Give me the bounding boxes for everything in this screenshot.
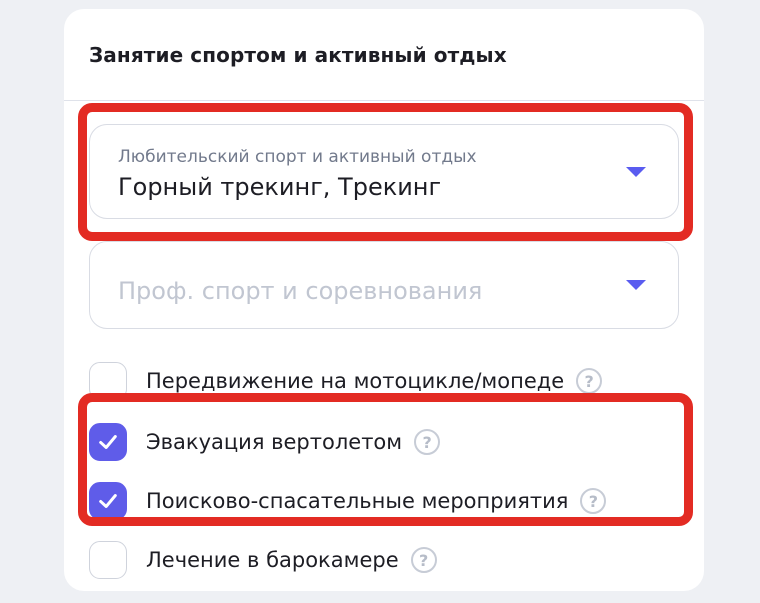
- section-title: Занятие спортом и активный отдых: [89, 43, 507, 67]
- option-motorcycle[interactable]: Передвижение на мотоцикле/мопеде ?: [89, 361, 603, 401]
- option-search-rescue[interactable]: Поисково-спасательные мероприятия ?: [89, 481, 607, 521]
- option-barochamber[interactable]: Лечение в барокамере ?: [89, 540, 437, 580]
- check-icon: [99, 494, 117, 508]
- checkbox[interactable]: [89, 423, 127, 461]
- pro-sport-placeholder: Проф. спорт и соревнования: [118, 277, 483, 305]
- question-circle-icon[interactable]: ?: [410, 547, 437, 573]
- option-label: Эвакуация вертолетом: [146, 430, 403, 454]
- checkbox[interactable]: [89, 541, 127, 579]
- divider: [64, 100, 704, 101]
- option-label: Передвижение на мотоцикле/мопеде: [146, 369, 565, 393]
- checkbox[interactable]: [89, 362, 127, 400]
- option-helicopter-evacuation[interactable]: Эвакуация вертолетом ?: [89, 422, 441, 462]
- checkbox[interactable]: [89, 482, 127, 520]
- question-circle-icon[interactable]: ?: [414, 429, 441, 455]
- amateur-sport-value: Горный трекинг, Трекинг: [118, 173, 442, 201]
- question-circle-icon[interactable]: ?: [576, 368, 603, 394]
- caret-down-icon[interactable]: [626, 280, 646, 290]
- option-label: Поисково-спасательные мероприятия: [146, 489, 569, 513]
- check-icon: [99, 435, 117, 449]
- caret-down-icon[interactable]: [626, 167, 646, 177]
- amateur-sport-label: Любительский спорт и активный отдых: [118, 147, 477, 167]
- question-circle-icon[interactable]: ?: [580, 488, 607, 514]
- pro-sport-select[interactable]: Проф. спорт и соревнования: [89, 241, 679, 329]
- option-label: Лечение в барокамере: [146, 548, 399, 572]
- sports-card: Занятие спортом и активный отдых Любител…: [64, 9, 704, 591]
- amateur-sport-select[interactable]: Любительский спорт и активный отдых Горн…: [89, 124, 679, 219]
